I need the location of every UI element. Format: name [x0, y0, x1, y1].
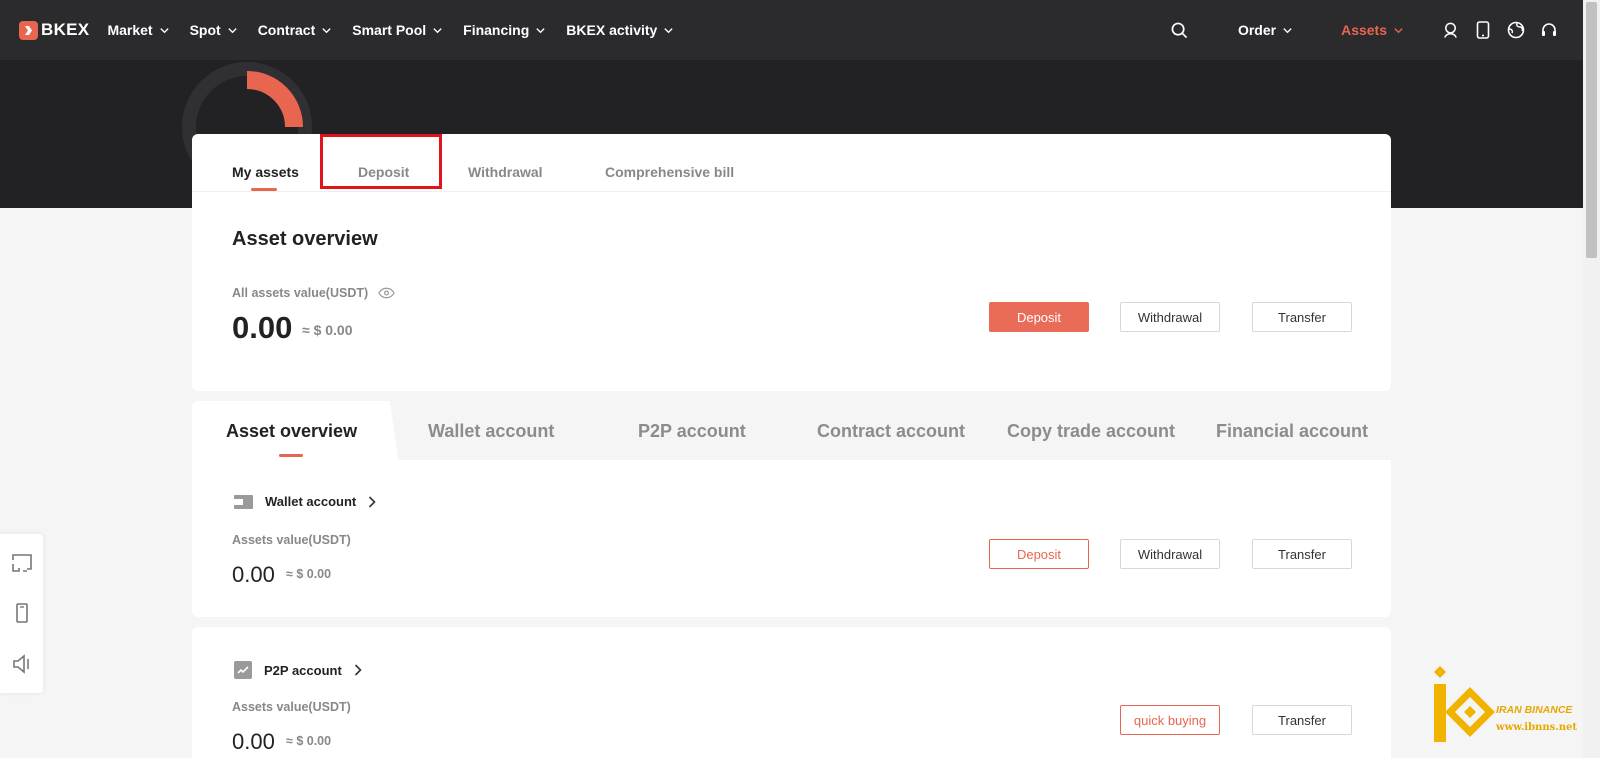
nav-bkex-activity-label: BKEX activity	[566, 22, 658, 38]
nav-smart-pool[interactable]: Smart Pool	[352, 22, 443, 38]
chevron-down-icon	[536, 27, 545, 33]
chevron-right-icon	[369, 495, 376, 508]
nav-assets[interactable]: Assets	[1341, 22, 1404, 38]
tab-withdrawal[interactable]: Withdrawal	[468, 164, 543, 180]
chevron-down-icon	[159, 27, 169, 33]
active-tab-indicator	[251, 188, 277, 191]
wallet-assets-value-label: Assets value(USDT)	[232, 533, 351, 547]
active-account-tab-indicator	[279, 454, 303, 457]
p2p-assets-usd-approx: ≈ $ 0.00	[286, 734, 332, 748]
eye-visibility-icon[interactable]	[378, 287, 395, 299]
chevron-down-icon	[322, 27, 331, 33]
all-assets-value-label: All assets value(USDT)	[232, 286, 369, 300]
chevron-right-icon	[354, 664, 362, 676]
wallet-withdrawal-button[interactable]: Withdrawal	[1120, 539, 1220, 569]
p2p-transfer-button[interactable]: Transfer	[1252, 705, 1352, 735]
p2p-account-card: P2P account Assets value(USDT) 0.00 ≈ $ …	[192, 627, 1391, 758]
asset-overview-title: Asset overview	[232, 228, 378, 250]
floating-side-toolbar	[0, 534, 43, 693]
wallet-account-link[interactable]: Wallet account	[234, 494, 376, 509]
total-assets-usd-approx: ≈ $ 0.00	[302, 322, 353, 338]
nav-bkex-activity[interactable]: BKEX activity	[566, 22, 674, 38]
quick-buying-button[interactable]: quick buying	[1120, 705, 1220, 735]
nav-spot[interactable]: Spot	[190, 22, 238, 38]
iran-binance-logo-graphic	[1434, 666, 1495, 742]
bkex-logo[interactable]: BKEX	[19, 20, 89, 40]
language-globe-icon[interactable]	[1506, 20, 1526, 40]
tab-copy-trade-account[interactable]: Copy trade account	[1007, 421, 1175, 442]
watermark-url: www.ibnns.net	[1496, 722, 1577, 733]
tab-my-assets[interactable]: My assets	[232, 164, 299, 180]
iran-binance-watermark: IRAN BINANCE www.ibnns.net	[1430, 664, 1590, 750]
search-icon[interactable]	[1170, 20, 1190, 40]
account-type-tabs: Asset overview Wallet account P2P accoun…	[192, 401, 1391, 460]
watermark-brand: IRAN BINANCE	[1496, 704, 1573, 716]
nav-market[interactable]: Market	[107, 22, 169, 38]
nav-smart-pool-label: Smart Pool	[352, 22, 427, 38]
wallet-assets-value: 0.00	[232, 562, 275, 587]
wallet-account-card: Wallet account Assets value(USDT) 0.00 ≈…	[192, 460, 1391, 617]
bkex-logo-icon	[19, 20, 38, 40]
wallet-deposit-button[interactable]: Deposit	[989, 539, 1089, 569]
wallet-account-title: Wallet account	[265, 494, 357, 509]
user-icon[interactable]	[1440, 20, 1460, 40]
nav-market-label: Market	[107, 22, 153, 38]
announcement-speaker-icon[interactable]	[11, 653, 33, 675]
nav-spot-label: Spot	[189, 22, 221, 38]
exchange-layout-icon[interactable]	[11, 552, 33, 574]
p2p-assets-value: 0.00	[232, 729, 275, 754]
tab-wallet-account[interactable]: Wallet account	[428, 421, 554, 442]
customer-support-headset-icon[interactable]	[1539, 20, 1559, 40]
mobile-app-icon[interactable]	[1473, 20, 1493, 40]
chevron-down-icon	[1394, 27, 1403, 33]
top-navigation-bar: BKEX Market Spot Contract Smart Pool Fin…	[0, 0, 1583, 60]
p2p-chart-icon	[234, 661, 252, 679]
scrollbar-thumb[interactable]	[1586, 2, 1597, 258]
page-scrollbar[interactable]	[1583, 0, 1600, 758]
nav-order[interactable]: Order	[1238, 22, 1293, 38]
p2p-assets-value-label: Assets value(USDT)	[232, 700, 351, 714]
total-assets-value: 0.00	[232, 310, 293, 345]
tab-contract-account[interactable]: Contract account	[817, 421, 965, 442]
wallet-icon	[234, 494, 253, 509]
deposit-button[interactable]: Deposit	[989, 302, 1089, 332]
nav-contract[interactable]: Contract	[258, 22, 333, 38]
tab-p2p-account[interactable]: P2P account	[638, 421, 746, 442]
nav-order-label: Order	[1237, 22, 1277, 38]
logo-text: BKEX	[41, 20, 90, 39]
tab-asset-overview[interactable]: Asset overview	[226, 421, 357, 442]
nav-assets-label: Assets	[1341, 22, 1387, 38]
wallet-transfer-button[interactable]: Transfer	[1252, 539, 1352, 569]
tab-financial-account[interactable]: Financial account	[1216, 421, 1368, 442]
all-assets-value-label-row: All assets value(USDT)	[232, 286, 395, 300]
nav-right-group: Order Assets	[1170, 0, 1583, 60]
nav-financing-label: Financing	[463, 22, 530, 38]
p2p-account-link[interactable]: P2P account	[234, 661, 362, 679]
tab-comprehensive-bill[interactable]: Comprehensive bill	[605, 164, 734, 180]
p2p-account-title: P2P account	[264, 662, 342, 678]
mobile-download-icon[interactable]	[11, 602, 33, 624]
chevron-down-icon	[664, 27, 673, 33]
chevron-down-icon	[433, 27, 442, 33]
nav-contract-label: Contract	[257, 22, 316, 38]
wallet-assets-usd-approx: ≈ $ 0.00	[286, 567, 332, 581]
nav-financing[interactable]: Financing	[463, 22, 546, 38]
chevron-down-icon	[1283, 27, 1292, 33]
deposit-tab-highlight-box	[320, 134, 442, 189]
withdrawal-button[interactable]: Withdrawal	[1120, 302, 1220, 332]
transfer-button[interactable]: Transfer	[1252, 302, 1352, 332]
chevron-down-icon	[228, 27, 237, 33]
